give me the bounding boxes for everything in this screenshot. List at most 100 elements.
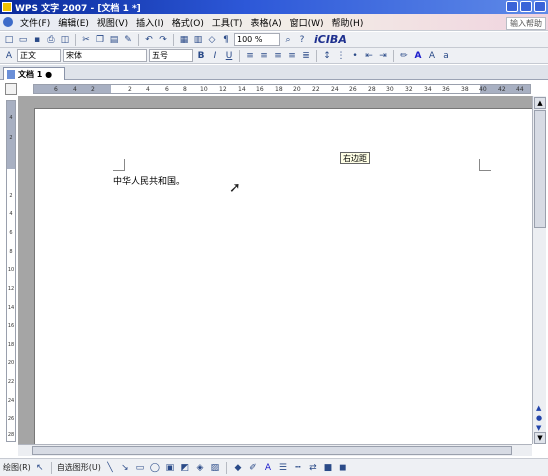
show-marks-icon[interactable]: ¶	[220, 34, 232, 46]
style-combo[interactable]: 正文	[17, 49, 61, 62]
fill-color-icon[interactable]: ◆	[232, 462, 244, 474]
iciba-logo[interactable]: iCIBA	[314, 33, 347, 46]
bold-button[interactable]: B	[195, 50, 207, 62]
3d-style-icon[interactable]: ◼	[337, 462, 349, 474]
dash-style-icon[interactable]: ┅	[292, 462, 304, 474]
rectangle-tool-icon[interactable]: ▭	[134, 462, 146, 474]
align-center-icon[interactable]: ≡	[258, 50, 270, 62]
font-combo[interactable]: 宋体	[63, 49, 147, 62]
menu-tools[interactable]: 工具(T)	[208, 16, 247, 29]
menu-window[interactable]: 窗口(W)	[286, 16, 328, 29]
styles-icon[interactable]: A	[3, 50, 15, 62]
line-style-icon[interactable]: ☰	[277, 462, 289, 474]
decrease-indent-icon[interactable]: ⇤	[363, 50, 375, 62]
text-box-icon[interactable]: ▣	[164, 462, 176, 474]
next-page-icon[interactable]: ▼	[536, 424, 541, 432]
open-folder-icon[interactable]: ▭	[17, 34, 29, 46]
print-preview-icon[interactable]: ◫	[59, 34, 71, 46]
previous-page-icon[interactable]: ▲	[536, 404, 541, 412]
underline-button[interactable]: U	[223, 50, 235, 62]
ruler-tick: 2	[9, 135, 13, 141]
clipart-icon[interactable]: ◈	[194, 462, 206, 474]
right-margin-tooltip: 右边距	[340, 152, 370, 164]
shrink-font-icon[interactable]: a	[440, 50, 452, 62]
toolbar-divider	[50, 461, 52, 474]
align-left-icon[interactable]: ≡	[244, 50, 256, 62]
vertical-ruler[interactable]: 4 2 2 4 6 8 10 12 14 16 18 20 22 24 26 2…	[6, 100, 16, 442]
menu-format[interactable]: 格式(O)	[168, 16, 208, 29]
horizontal-ruler[interactable]: 6 4 2 2 4 6 8 10 12 14 16 18 20 22 24 26…	[33, 84, 531, 94]
oval-tool-icon[interactable]: ◯	[149, 462, 161, 474]
paste-icon[interactable]: ▤	[108, 34, 120, 46]
menu-file[interactable]: 文件(F)	[16, 16, 54, 29]
help-icon[interactable]: ?	[296, 34, 308, 46]
tab-stop-selector[interactable]	[5, 83, 17, 95]
cut-icon[interactable]: ✂	[80, 34, 92, 46]
document-body-text[interactable]: 中华人民共和国。	[113, 174, 185, 187]
select-objects-icon[interactable]: ↖	[34, 462, 46, 474]
insert-table-icon[interactable]: ▦	[178, 34, 190, 46]
ruler-tick: 36	[442, 86, 450, 93]
copy-icon[interactable]: ❐	[94, 34, 106, 46]
justify-icon[interactable]: ≡	[286, 50, 298, 62]
drawing-icon[interactable]: ◇	[206, 34, 218, 46]
close-button[interactable]	[534, 1, 546, 12]
ruler-tick: 8	[183, 86, 187, 93]
grow-font-icon[interactable]: A	[426, 50, 438, 62]
menu-insert[interactable]: 插入(I)	[132, 16, 168, 29]
print-icon[interactable]: ⎙	[45, 34, 57, 46]
draw-menu-button[interactable]: 绘图(R)	[3, 462, 31, 473]
wordart-icon[interactable]: ◩	[179, 462, 191, 474]
line-tool-icon[interactable]: ╲	[104, 462, 116, 474]
browse-object-icon[interactable]: ●	[536, 414, 542, 422]
distribute-icon[interactable]: ≣	[300, 50, 312, 62]
highlight-icon[interactable]: ✏	[398, 50, 410, 62]
vertical-scroll-thumb[interactable]	[534, 110, 546, 228]
ruler-tick: 6	[9, 230, 13, 236]
font-size-combo[interactable]: 五号	[149, 49, 193, 62]
increase-indent-icon[interactable]: ⇥	[377, 50, 389, 62]
wps-app-icon	[2, 2, 12, 12]
arrow-style-icon[interactable]: ⇄	[307, 462, 319, 474]
minimize-button[interactable]	[506, 1, 518, 12]
align-right-icon[interactable]: ≡	[272, 50, 284, 62]
tab-document-1[interactable]: 文档 1 ●	[3, 67, 65, 80]
ruler-tick: 28	[7, 432, 15, 438]
arrow-tool-icon[interactable]: ↘	[119, 462, 131, 474]
undo-icon[interactable]: ↶	[143, 34, 155, 46]
page-corner-mark	[479, 159, 491, 171]
ruler-tick: 2	[128, 86, 132, 93]
vertical-scrollbar[interactable]: ▲ ▲ ● ▼ ▼	[532, 96, 546, 444]
scroll-up-arrow-icon[interactable]: ▲	[534, 97, 546, 109]
menu-view[interactable]: 视图(V)	[93, 16, 132, 29]
find-icon[interactable]: ⌕	[282, 34, 294, 46]
columns-icon[interactable]: ▥	[192, 34, 204, 46]
wps-menu-icon[interactable]	[3, 17, 13, 27]
scroll-down-arrow-icon[interactable]: ▼	[534, 432, 546, 444]
draw-font-color-icon[interactable]: A	[262, 462, 274, 474]
autoshapes-menu-button[interactable]: 自选图形(U)	[57, 462, 101, 473]
line-color-icon[interactable]: ✐	[247, 462, 259, 474]
numbering-icon[interactable]: ⋮	[335, 50, 347, 62]
help-search-input[interactable]: 输入帮助	[506, 17, 546, 30]
save-icon[interactable]: ▪	[31, 34, 43, 46]
window-controls	[506, 1, 546, 12]
ruler-tick: 24	[7, 398, 15, 404]
menu-edit[interactable]: 编辑(E)	[54, 16, 93, 29]
line-spacing-icon[interactable]: ↕	[321, 50, 333, 62]
insert-picture-icon[interactable]: ▨	[209, 462, 221, 474]
font-color-button[interactable]: A	[412, 50, 424, 62]
italic-button[interactable]: I	[209, 50, 221, 62]
format-painter-icon[interactable]: ✎	[122, 34, 134, 46]
menu-help[interactable]: 帮助(H)	[328, 16, 368, 29]
new-document-icon[interactable]: □	[3, 34, 15, 46]
horizontal-scrollbar[interactable]	[18, 444, 532, 456]
bullets-icon[interactable]: •	[349, 50, 361, 62]
menu-table[interactable]: 表格(A)	[246, 16, 285, 29]
document-page[interactable]: 中华人民共和国。	[34, 108, 532, 444]
maximize-button[interactable]	[520, 1, 532, 12]
redo-icon[interactable]: ↷	[157, 34, 169, 46]
shadow-icon[interactable]: ■	[322, 462, 334, 474]
horizontal-scroll-thumb[interactable]	[32, 446, 512, 455]
zoom-combo[interactable]: 100 %	[234, 33, 280, 46]
